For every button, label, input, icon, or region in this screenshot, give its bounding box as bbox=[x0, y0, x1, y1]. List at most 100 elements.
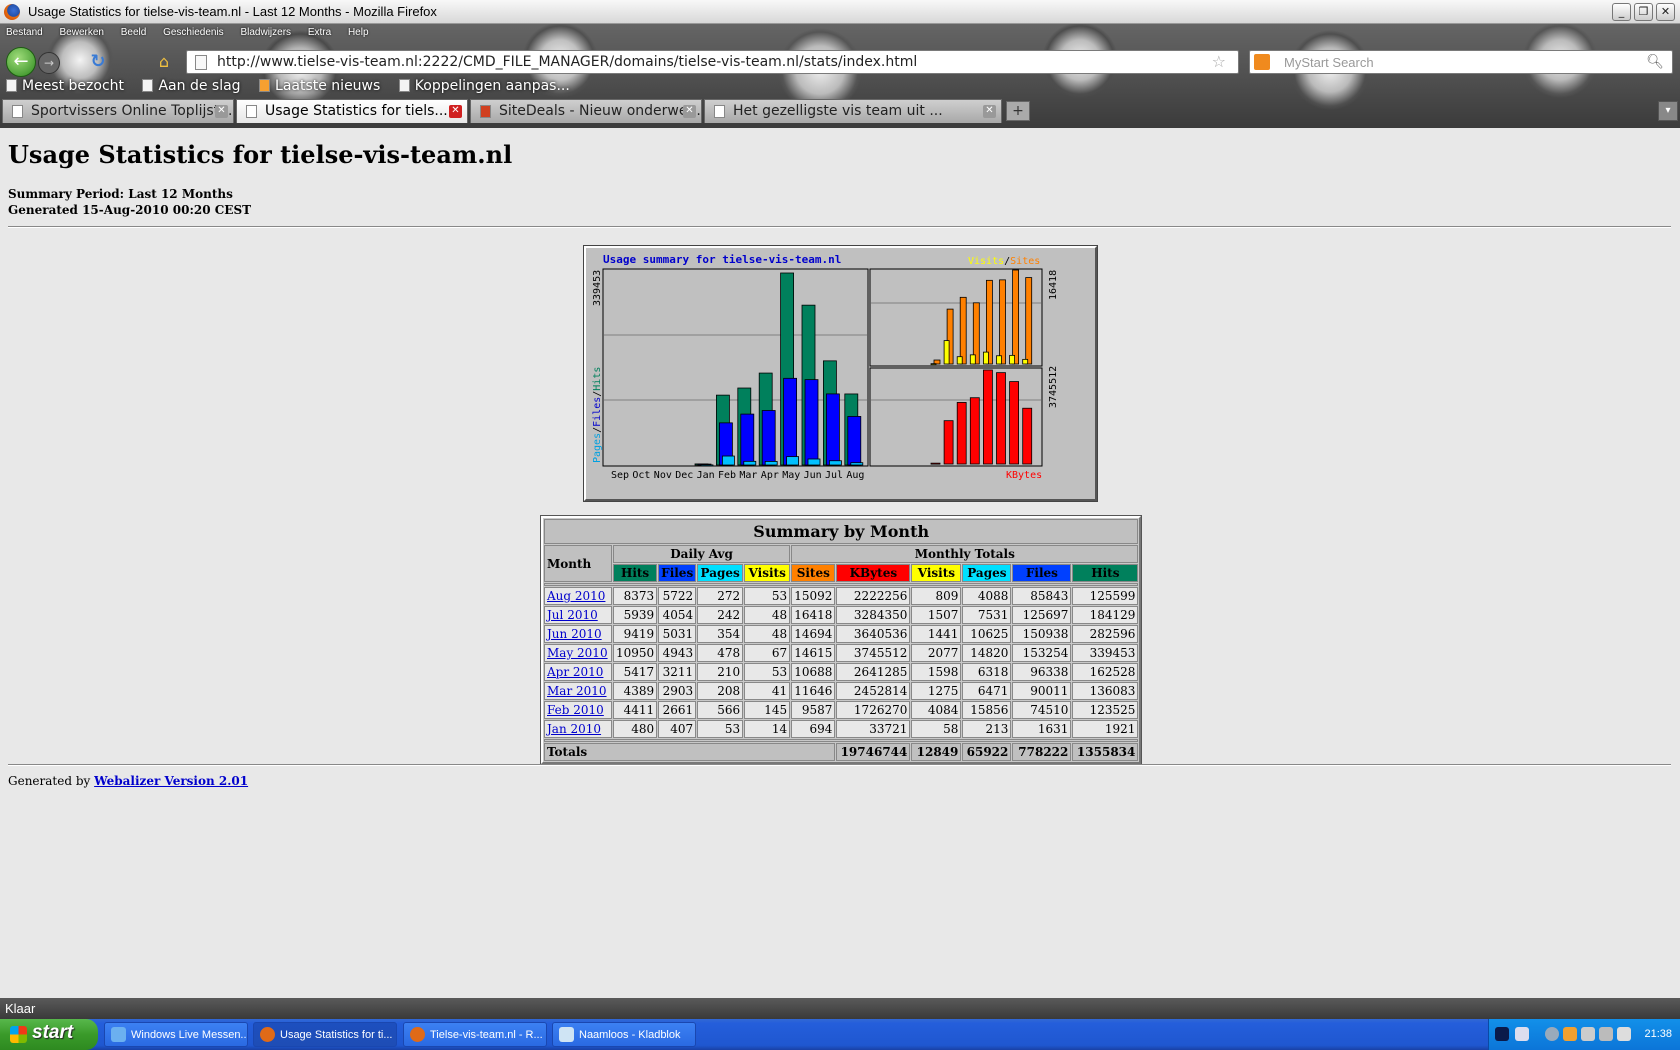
tab-list-button[interactable]: ▾ bbox=[1658, 101, 1678, 121]
month-cell: Jun 2010 bbox=[544, 625, 612, 643]
value-cell: 14615 bbox=[791, 644, 836, 662]
menu-geschiedenis[interactable]: Geschiedenis bbox=[163, 27, 224, 38]
network-icon[interactable] bbox=[1581, 1027, 1595, 1041]
value-cell: 3211 bbox=[658, 663, 697, 681]
forward-button[interactable]: → bbox=[38, 52, 60, 74]
keyboard-icon[interactable] bbox=[1515, 1027, 1529, 1041]
kbytes-max-label: 3745512 bbox=[1048, 366, 1059, 408]
value-cell: 354 bbox=[697, 625, 744, 643]
value-cell: 58 bbox=[911, 720, 962, 738]
menu-bestand[interactable]: Bestand bbox=[6, 27, 43, 38]
taskbar-messenger[interactable]: Windows Live Messen... bbox=[104, 1022, 248, 1047]
daily-pages-header: Pages bbox=[697, 564, 744, 582]
menu-bewerken[interactable]: Bewerken bbox=[59, 27, 103, 38]
bookmark-star-icon[interactable]: ☆ bbox=[1212, 52, 1226, 71]
page-title: Usage Statistics for tielse-vis-team.nl bbox=[8, 140, 513, 169]
tray-warning-icon[interactable] bbox=[1563, 1027, 1577, 1041]
bookmark-icon bbox=[6, 79, 17, 92]
kbytes-bar bbox=[930, 462, 941, 465]
month-link[interactable]: Mar 2010 bbox=[547, 684, 607, 698]
value-cell: 162528 bbox=[1072, 663, 1139, 681]
menu-help[interactable]: Help bbox=[348, 27, 369, 38]
pages-bar bbox=[828, 460, 842, 466]
bookmark-icon bbox=[398, 79, 410, 92]
tray-app-icon[interactable] bbox=[1495, 1027, 1509, 1041]
files-bar bbox=[740, 413, 755, 466]
total-kbytes: 19746744 bbox=[836, 743, 911, 761]
start-button[interactable]: start bbox=[0, 1019, 98, 1050]
home-icon[interactable]: ⌂ bbox=[154, 52, 174, 72]
month-tick-label: Mar bbox=[739, 470, 757, 481]
value-cell: 48 bbox=[744, 625, 791, 643]
tab-vis-team[interactable]: Het gezelligste vis team uit ... ✕ bbox=[704, 99, 1002, 123]
month-link[interactable]: Apr 2010 bbox=[547, 665, 603, 679]
value-cell: 53 bbox=[744, 663, 791, 681]
summary-period: Summary Period: Last 12 Months bbox=[8, 187, 233, 201]
volume-icon[interactable] bbox=[1617, 1027, 1631, 1041]
reload-icon[interactable]: ↻ bbox=[88, 52, 108, 72]
close-tab-icon[interactable]: ✕ bbox=[683, 105, 696, 118]
bookmark-aan-de-slag[interactable]: Aan de slag bbox=[136, 78, 241, 94]
kbytes-bar bbox=[1009, 381, 1020, 465]
value-cell: 145 bbox=[744, 701, 791, 719]
search-engine-icon[interactable] bbox=[1254, 54, 1270, 70]
month-link[interactable]: Jan 2010 bbox=[547, 722, 601, 736]
url-bar[interactable]: http://www.tielse-vis-team.nl:2222/CMD_F… bbox=[186, 50, 1239, 74]
menu-bladwijzers[interactable]: Bladwijzers bbox=[240, 27, 291, 38]
value-cell: 2077 bbox=[911, 644, 962, 662]
search-input[interactable]: MyStart Search 🔍︎ bbox=[1249, 50, 1673, 74]
taskbar-firefox-usage[interactable]: Usage Statistics for ti... bbox=[253, 1022, 397, 1047]
files-bar bbox=[761, 410, 776, 466]
month-link[interactable]: May 2010 bbox=[547, 646, 608, 660]
bookmark-koppelingen[interactable]: Koppelingen aanpas... bbox=[393, 78, 570, 94]
new-tab-button[interactable]: + bbox=[1006, 101, 1030, 121]
bookmark-laatste-nieuws[interactable]: Laatste nieuws bbox=[253, 78, 380, 94]
value-cell: 208 bbox=[697, 682, 744, 700]
taskbar-firefox-tielse[interactable]: Tielse-vis-team.nl - R... bbox=[403, 1022, 547, 1047]
menu-extra[interactable]: Extra bbox=[308, 27, 331, 38]
shield-icon[interactable] bbox=[1599, 1027, 1613, 1041]
month-link[interactable]: Aug 2010 bbox=[547, 589, 605, 603]
month-link[interactable]: Feb 2010 bbox=[547, 703, 604, 717]
close-tab-icon[interactable]: ✕ bbox=[983, 105, 996, 118]
page-icon bbox=[12, 105, 23, 118]
navigation-toolbar: ← → ↻ ⌂ http://www.tielse-vis-team.nl:22… bbox=[0, 44, 1680, 78]
month-link[interactable]: Jul 2010 bbox=[547, 608, 598, 622]
tab-usage-statistics[interactable]: Usage Statistics for tiels... ✕ bbox=[236, 99, 468, 123]
total-hits: 1355834 bbox=[1072, 743, 1139, 761]
value-cell: 4088 bbox=[962, 587, 1012, 605]
value-cell: 150938 bbox=[1012, 625, 1072, 643]
close-tab-icon[interactable]: ✕ bbox=[215, 105, 228, 118]
value-cell: 184129 bbox=[1072, 606, 1139, 624]
value-cell: 3284350 bbox=[836, 606, 911, 624]
month-tick-label: Jul bbox=[825, 470, 843, 481]
close-tab-icon[interactable]: ✕ bbox=[449, 105, 462, 118]
page-icon bbox=[195, 55, 207, 70]
value-cell: 5722 bbox=[658, 587, 697, 605]
month-cell: Jul 2010 bbox=[544, 606, 612, 624]
monthly-files-header: Files bbox=[1012, 564, 1072, 582]
close-window-button[interactable]: ✕ bbox=[1656, 3, 1675, 21]
restore-button[interactable]: ❐ bbox=[1634, 3, 1653, 21]
tray-expand-icon[interactable] bbox=[1545, 1027, 1559, 1041]
pages-bar bbox=[700, 464, 714, 467]
value-cell: 5417 bbox=[613, 663, 658, 681]
footer: Generated by Webalizer Version 2.01 bbox=[8, 774, 248, 788]
bookmark-meest-bezocht[interactable]: Meest bezocht bbox=[0, 78, 124, 94]
taskbar-notepad[interactable]: Naamloos - Kladblok bbox=[552, 1022, 696, 1047]
chart-title: Usage summary for tielse-vis-team.nl bbox=[603, 253, 841, 266]
url-text: http://www.tielse-vis-team.nl:2222/CMD_F… bbox=[217, 54, 918, 70]
minimize-button[interactable]: _ bbox=[1612, 3, 1631, 21]
bookmarks-toolbar: Meest bezocht Aan de slag Laatste nieuws… bbox=[0, 78, 578, 96]
firefox-icon bbox=[260, 1027, 275, 1042]
value-cell: 272 bbox=[697, 587, 744, 605]
monthly-pages-header: Pages bbox=[962, 564, 1012, 582]
tab-sitedeals[interactable]: SiteDeals - Nieuw onderwer... ✕ bbox=[470, 99, 702, 123]
webalizer-link[interactable]: Webalizer Version 2.01 bbox=[94, 774, 248, 788]
menu-beeld[interactable]: Beeld bbox=[121, 27, 147, 38]
search-icon[interactable]: 🔍︎ bbox=[1646, 53, 1664, 70]
tab-sportvissers[interactable]: Sportvissers Online Toplijst ... ✕ bbox=[2, 99, 234, 123]
month-tick-label: Nov bbox=[654, 470, 672, 481]
back-button[interactable]: ← bbox=[6, 47, 36, 77]
month-link[interactable]: Jun 2010 bbox=[547, 627, 602, 641]
